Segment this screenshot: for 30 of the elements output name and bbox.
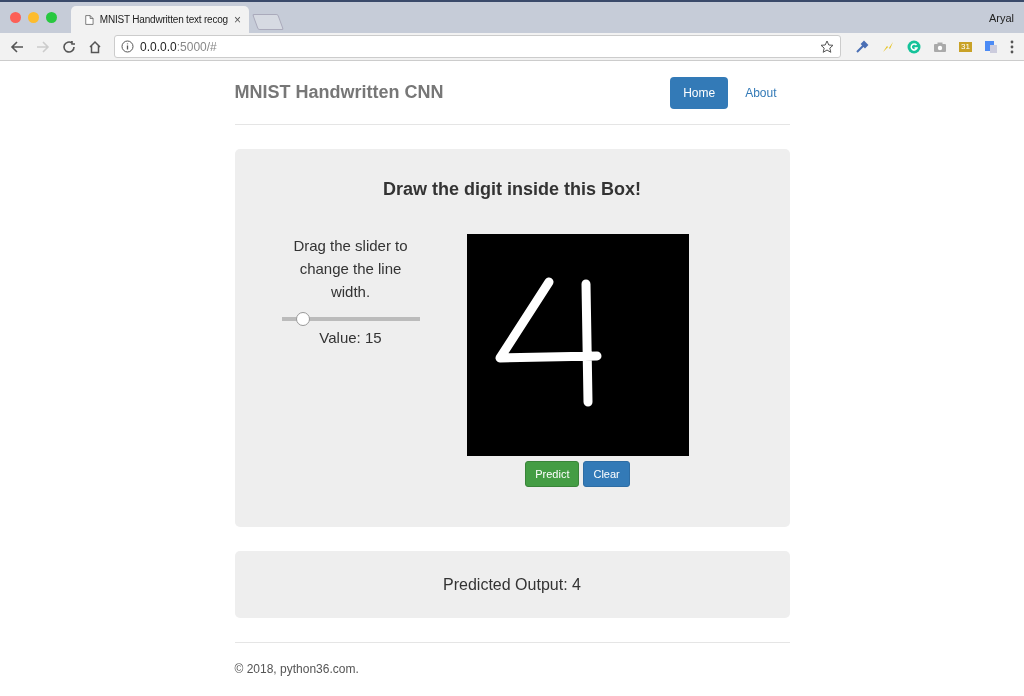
panel-heading: Draw the digit inside this Box! [382,179,642,200]
new-tab-button[interactable] [252,14,284,30]
nav-link[interactable]: About [732,76,790,109]
url-text: 0.0.0.0:5000/# [140,39,217,54]
prediction-text: Predicted Output: 4 [443,575,581,594]
address-bar[interactable]: 0.0.0.0:5000/# [114,35,842,58]
info-icon [121,40,134,53]
forward-icon[interactable] [36,39,50,54]
footer-text: © 2018, python36.com. [234,662,359,676]
slider-thumb[interactable] [296,312,311,326]
home-icon[interactable] [88,39,102,54]
back-icon[interactable] [10,39,24,54]
browser-tab[interactable]: MNIST Handwritten text recog × [71,6,249,33]
slider-value: Value: 15 [319,329,382,346]
close-tab-button[interactable]: × [234,12,241,27]
grammar-g-icon[interactable] [907,39,922,54]
maximize-window-icon[interactable] [46,12,57,23]
menu-icon[interactable] [1010,39,1014,54]
document-icon [85,12,94,27]
site-title: MNIST Handwritten CNN [234,82,444,103]
close-window-icon[interactable] [10,12,21,23]
reload-icon[interactable] [62,39,76,54]
nav-link[interactable]: Home [670,76,729,109]
profile-name[interactable]: Aryal [988,11,1014,24]
bookmark-star-icon[interactable] [820,39,835,54]
action-button[interactable]: Predict [525,461,580,487]
drawing-canvas[interactable] [466,234,689,456]
action-button[interactable]: Clear [583,461,630,487]
calendar-badge[interactable]: 31 [959,41,972,52]
instruction-text: Drag the slider to change the line width. [292,236,409,302]
